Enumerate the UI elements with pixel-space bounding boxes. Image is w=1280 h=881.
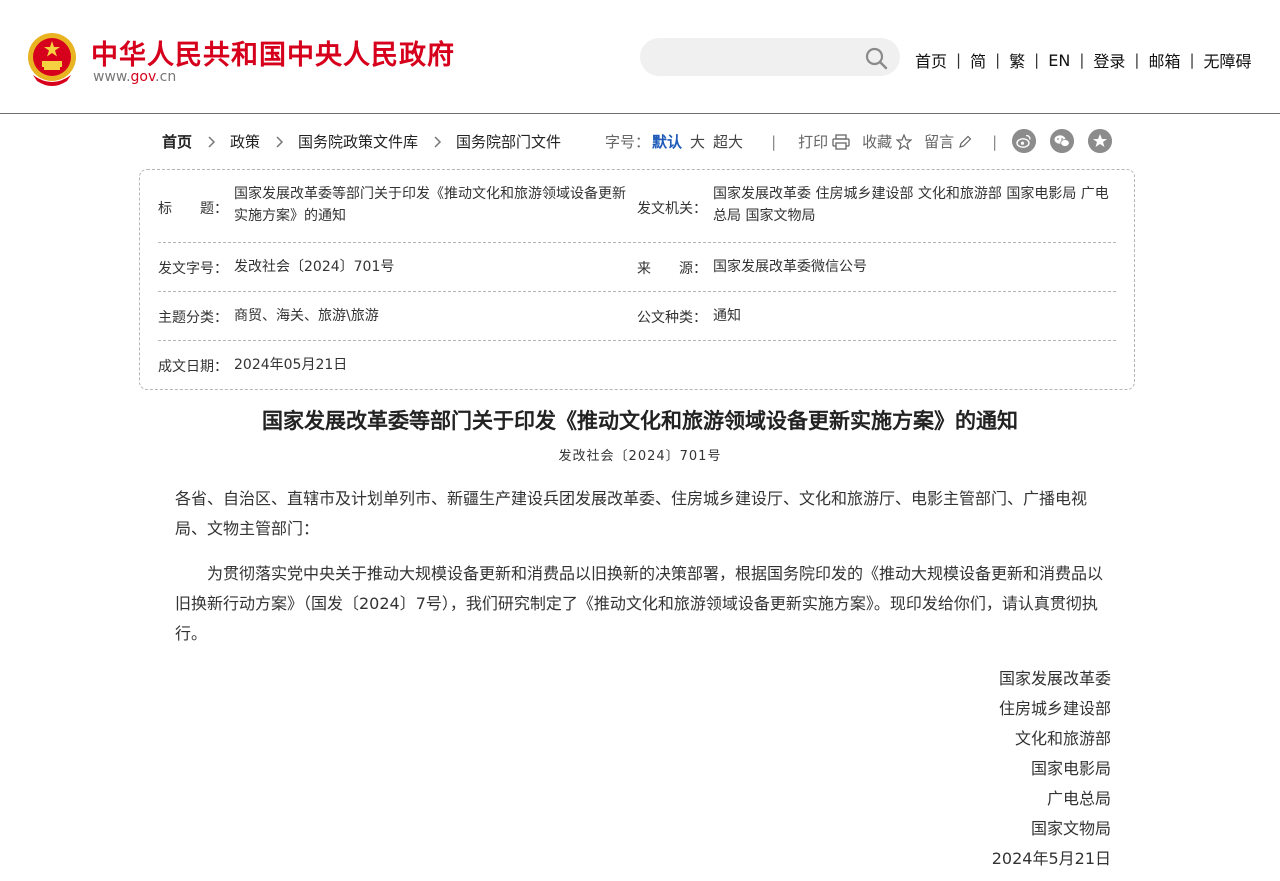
doc-type-label: 公文种类： xyxy=(637,310,707,326)
domain-suffix: .cn xyxy=(155,69,177,85)
info-row: 标 题： 国家发展改革委等部门关于印发《推动文化和旅游领域设备更新实施方案》的通… xyxy=(158,170,1116,243)
favorite-label: 收藏 xyxy=(862,133,893,151)
breadcrumb: 首页 政策 国务院政策文件库 国务院部门文件 xyxy=(162,131,561,152)
issuer-label: 发文机关： xyxy=(637,201,707,217)
source-label: 来 源： xyxy=(637,261,707,277)
nav-simplified[interactable]: 简 xyxy=(970,48,986,72)
site-name[interactable]: 中华人民共和国中央人民政府 xyxy=(91,33,455,72)
date-label: 成文日期： xyxy=(158,359,228,375)
print-label: 打印 xyxy=(798,133,829,151)
font-size-label: 字号： xyxy=(605,133,651,151)
info-row: 成文日期： 2024年05月21日 xyxy=(158,341,1116,390)
nav-login[interactable]: 登录 xyxy=(1093,48,1125,72)
nav-traditional[interactable]: 繁 xyxy=(1009,48,1025,72)
chevron-right-icon xyxy=(434,135,442,148)
signer: 国家发展改革委 xyxy=(998,669,1111,688)
topic-label: 主题分类： xyxy=(158,310,228,326)
favorite-star-icon[interactable] xyxy=(1088,129,1112,153)
search-icon[interactable] xyxy=(864,46,888,70)
nav-separator: | xyxy=(995,51,1001,69)
weibo-icon[interactable] xyxy=(1012,129,1036,153)
title-label: 标 题： xyxy=(158,201,228,217)
nav-home[interactable]: 首页 xyxy=(915,48,947,72)
font-size-xlarge[interactable]: 超大 xyxy=(713,131,743,152)
pencil-icon xyxy=(959,135,972,148)
document-info-table: 标 题： 国家发展改革委等部门关于印发《推动文化和旅游领域设备更新实施方案》的通… xyxy=(139,169,1135,390)
font-size-default[interactable]: 默认 xyxy=(652,131,682,152)
article-salutation: 各省、自治区、直辖市及计划单列市、新疆生产建设兵团发展改革委、住房城乡建设厅、文… xyxy=(175,489,1088,538)
article-body: 为贯彻落实党中央关于推动大规模设备更新和消费品以旧换新的决策部署，根据国务院印发… xyxy=(175,564,1104,643)
breadcrumb-policy-library[interactable]: 国务院政策文件库 xyxy=(298,131,418,152)
national-emblem-icon[interactable] xyxy=(27,31,77,87)
signer: 国家文物局 xyxy=(1030,819,1111,838)
nav-separator: | xyxy=(1079,51,1085,69)
title-value: 国家发展改革委等部门关于印发《推动文化和旅游领域设备更新实施方案》的通知 xyxy=(234,186,626,224)
source-value: 国家发展改革委微信公号 xyxy=(713,259,867,275)
site-header: 中华人民共和国中央人民政府 www.gov.cn 首页 | 简 | 繁 | EN | 登… xyxy=(0,0,1280,114)
issuer-value: 国家发展改革委 住房城乡建设部 文化和旅游部 国家电影局 广电总局 国家文物局 xyxy=(713,186,1109,224)
nav-accessibility[interactable]: 无障碍 xyxy=(1204,48,1252,72)
doc-number-value: 发改社会〔2024〕701号 xyxy=(234,259,395,275)
chevron-right-icon xyxy=(276,135,284,148)
toolbar-separator: | xyxy=(992,132,998,151)
doc-type-value: 通知 xyxy=(713,308,741,324)
article-title: 国家发展改革委等部门关于印发《推动文化和旅游领域设备更新实施方案》的通知 xyxy=(262,408,1018,433)
signers-block: 国家发展改革委 住房城乡建设部 文化和旅游部 国家电影局 广电总局 国家文物局 … xyxy=(992,664,1111,874)
comment-button[interactable]: 留言 xyxy=(924,131,972,152)
signer: 广电总局 xyxy=(1046,789,1111,808)
font-size-large[interactable]: 大 xyxy=(690,131,705,152)
nav-separator: | xyxy=(1134,51,1140,69)
signer: 住房城乡建设部 xyxy=(998,699,1111,718)
article-doc-number: 发改社会〔2024〕701号 xyxy=(558,449,722,464)
chevron-right-icon xyxy=(208,135,216,148)
nav-separator: | xyxy=(956,51,962,69)
nav-english[interactable]: EN xyxy=(1048,51,1070,70)
printer-icon xyxy=(832,133,850,150)
top-nav: 首页 | 简 | 繁 | EN | 登录 | 邮箱 | 无障碍 xyxy=(915,48,1252,72)
info-row: 发文字号： 发改社会〔2024〕701号 来 源： 国家发展改革委微信公号 xyxy=(158,243,1116,292)
star-icon xyxy=(896,133,913,150)
breadcrumb-policy[interactable]: 政策 xyxy=(230,131,260,152)
print-button[interactable]: 打印 xyxy=(798,131,850,152)
comment-label: 留言 xyxy=(924,133,955,151)
wechat-icon[interactable] xyxy=(1050,129,1074,153)
search-box xyxy=(640,38,900,76)
domain-main: gov xyxy=(130,69,156,85)
signing-date: 2024年5月21日 xyxy=(991,849,1111,868)
nav-mailbox[interactable]: 邮箱 xyxy=(1148,48,1180,72)
favorite-button[interactable]: 收藏 xyxy=(862,131,913,152)
domain-prefix: www. xyxy=(93,69,131,85)
nav-separator: | xyxy=(1034,51,1040,69)
breadcrumb-department-docs[interactable]: 国务院部门文件 xyxy=(456,131,561,152)
doc-number-label: 发文字号： xyxy=(158,261,228,277)
info-row: 主题分类： 商贸、海关、旅游\旅游 公文种类： 通知 xyxy=(158,292,1116,341)
article-toolbar: 字号： 默认 大 超大 | 打印 收藏 留言 | xyxy=(605,131,1019,152)
date-value: 2024年05月21日 xyxy=(234,357,348,373)
toolbar-separator: | xyxy=(771,132,777,151)
breadcrumb-home[interactable]: 首页 xyxy=(162,131,192,152)
topic-value: 商贸、海关、旅游\旅游 xyxy=(234,308,379,324)
site-domain: www.gov.cn xyxy=(93,69,176,85)
signer: 文化和旅游部 xyxy=(1014,729,1111,748)
signer: 国家电影局 xyxy=(1030,759,1111,778)
nav-separator: | xyxy=(1189,51,1195,69)
search-input[interactable] xyxy=(658,47,858,67)
